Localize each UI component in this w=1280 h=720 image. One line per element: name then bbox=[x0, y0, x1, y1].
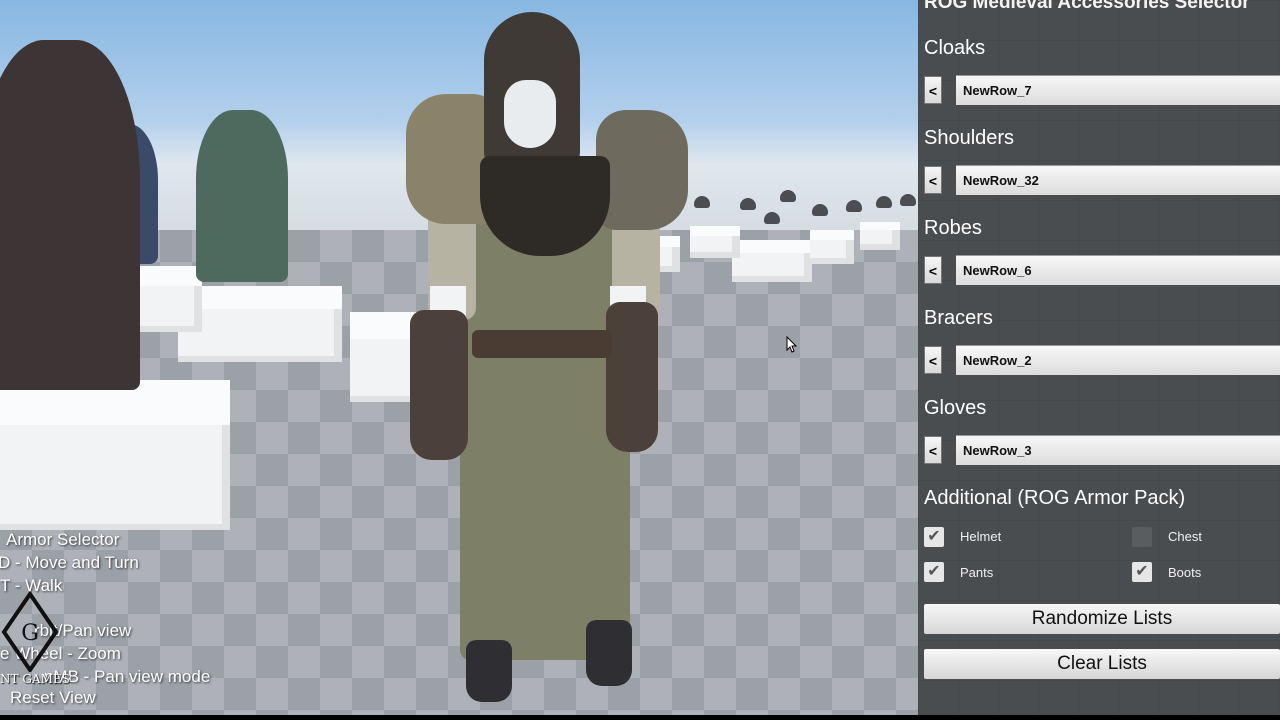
helmet-display bbox=[900, 194, 916, 206]
armored-character-model bbox=[400, 10, 690, 710]
help-line: Armor Selector bbox=[6, 530, 120, 549]
pedestal bbox=[860, 222, 900, 250]
section-label-cloaks: Cloaks bbox=[924, 37, 986, 59]
additional-label: Additional (ROG Armor Pack) bbox=[924, 487, 1186, 509]
robe-mannequin bbox=[0, 40, 140, 390]
pedestal bbox=[810, 230, 854, 264]
logo-text: NT GAMES bbox=[0, 672, 70, 686]
helmet-display bbox=[780, 190, 796, 202]
section-label-gloves: Gloves bbox=[924, 397, 987, 419]
section-label-shoulders: Shoulders bbox=[924, 127, 1015, 149]
clear-lists-button[interactable]: Clear Lists bbox=[924, 649, 1280, 679]
bottom-border bbox=[0, 715, 1280, 720]
helmet-display bbox=[846, 200, 862, 212]
game-viewport[interactable]: Armor Selector D - Move and Turn T - Wal… bbox=[0, 0, 918, 715]
svg-text:G: G bbox=[21, 621, 39, 646]
robes-dropdown[interactable]: NewRow_6 bbox=[956, 255, 1280, 285]
bracers-dropdown[interactable]: NewRow_2 bbox=[956, 345, 1280, 375]
section-label-bracers: Bracers bbox=[924, 307, 993, 329]
helmet-checkbox[interactable]: ✔ bbox=[924, 527, 944, 547]
helmet-label: Helmet bbox=[960, 529, 1002, 544]
shoulders-dropdown[interactable]: NewRow_32 bbox=[956, 165, 1280, 195]
pants-checkbox[interactable]: ✔ bbox=[924, 562, 944, 582]
pedestal bbox=[178, 286, 342, 362]
boots-label: Boots bbox=[1168, 565, 1202, 580]
pedestal bbox=[732, 240, 812, 282]
checkmark-icon: ✔ bbox=[1135, 563, 1149, 580]
shoulders-prev-button[interactable]: < bbox=[924, 166, 942, 194]
section-label-robes: Robes bbox=[924, 217, 982, 239]
cloaks-prev-button[interactable]: < bbox=[924, 76, 942, 104]
bracers-prev-button[interactable]: < bbox=[924, 346, 942, 374]
company-logo-icon: G NT GAMES bbox=[0, 590, 70, 692]
helmet-display bbox=[694, 196, 710, 208]
gloves-prev-button[interactable]: < bbox=[924, 436, 942, 464]
pedestal bbox=[0, 380, 230, 530]
checkmark-icon: ✔ bbox=[927, 528, 941, 545]
panel-title: ROG Medieval Accessories Selector bbox=[924, 0, 1250, 13]
robe-mannequin bbox=[196, 110, 288, 282]
boots-checkbox[interactable]: ✔ bbox=[1132, 562, 1152, 582]
chest-checkbox[interactable] bbox=[1132, 527, 1152, 547]
helmet-display bbox=[876, 196, 892, 208]
helmet-display bbox=[764, 212, 780, 224]
pedestal bbox=[690, 226, 740, 258]
help-line: D - Move and Turn bbox=[0, 553, 139, 572]
pants-label: Pants bbox=[960, 565, 994, 580]
helmet-display bbox=[812, 204, 828, 216]
chest-label: Chest bbox=[1168, 529, 1202, 544]
robes-prev-button[interactable]: < bbox=[924, 256, 942, 284]
cloaks-dropdown[interactable]: NewRow_7 bbox=[956, 75, 1280, 105]
mouse-cursor-icon bbox=[786, 336, 798, 353]
accessories-selector-panel: ROG Medieval Accessories Selector Cloaks… bbox=[918, 0, 1280, 715]
randomize-lists-button[interactable]: Randomize Lists bbox=[924, 604, 1280, 634]
checkmark-icon: ✔ bbox=[927, 563, 941, 580]
helmet-display bbox=[740, 198, 756, 210]
gloves-dropdown[interactable]: NewRow_3 bbox=[956, 435, 1280, 465]
